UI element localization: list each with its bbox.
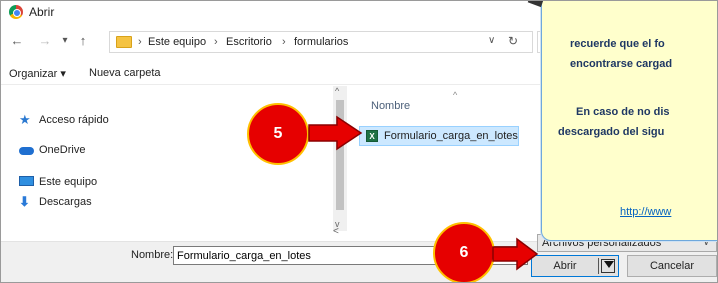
excel-icon: X xyxy=(366,130,378,142)
filename-label: Nombre: xyxy=(131,249,174,261)
up-icon[interactable]: ↑ xyxy=(75,33,91,49)
open-button[interactable]: Abrir xyxy=(531,255,619,277)
sort-arrow-icon: ^ xyxy=(453,90,458,100)
back-icon[interactable]: ← xyxy=(9,33,25,49)
sidebar-item-label: Este equipo xyxy=(39,176,98,188)
step-6-badge: 6 xyxy=(433,222,495,282)
breadcrumb-separator-icon[interactable]: › xyxy=(138,36,142,48)
open-file-dialog: Abrir ← → ▾ ↑ › Este equipo › Escritorio… xyxy=(0,0,718,283)
sidebar-item-label: OneDrive xyxy=(39,144,86,156)
new-folder-button[interactable]: Nueva carpeta xyxy=(89,67,161,79)
download-icon: ⬇ xyxy=(19,194,30,209)
download-link[interactable]: http://www xyxy=(620,206,671,218)
instruction-callout: recuerde que el fo encontrarse cargad En… xyxy=(541,1,717,241)
scroll-left-icon[interactable]: < xyxy=(333,226,339,237)
caret-down-icon xyxy=(604,261,614,268)
bottom-bar: Nombre: ∨ Archivos personalizados ∨ Abri… xyxy=(1,234,717,282)
file-item[interactable]: X Formulario_carga_en_lotes xyxy=(359,126,519,146)
address-dropdown-icon[interactable]: ∨ xyxy=(488,35,495,46)
folder-icon xyxy=(116,36,132,48)
file-name: Formulario_carga_en_lotes xyxy=(384,130,518,142)
note-line: descargado del sigu xyxy=(558,126,665,138)
note-line: encontrarse cargad xyxy=(570,58,673,70)
cloud-icon xyxy=(19,147,34,155)
step-5-arrow-icon xyxy=(308,115,363,151)
breadcrumb-item[interactable]: Este equipo xyxy=(148,36,206,48)
breadcrumb-item[interactable]: Escritorio xyxy=(226,36,272,48)
column-header-name[interactable]: Nombre xyxy=(371,100,410,112)
note-line: recuerde que el fo xyxy=(570,38,665,50)
step-5-badge: 5 xyxy=(247,103,309,165)
scroll-up-icon[interactable]: ^ xyxy=(335,86,339,96)
forward-icon[interactable]: → xyxy=(37,33,53,49)
breadcrumb-separator-icon[interactable]: › xyxy=(282,36,286,48)
sidebar-item-label: Descargas xyxy=(39,196,92,208)
sidebar-item-label: Acceso rápido xyxy=(39,114,109,126)
breadcrumb-separator-icon[interactable]: › xyxy=(214,36,218,48)
split-divider xyxy=(598,258,599,274)
address-bar[interactable]: › Este equipo › Escritorio › formularios… xyxy=(109,31,533,53)
organize-button[interactable]: Organizar ▾ xyxy=(9,67,66,80)
refresh-icon[interactable]: ↻ xyxy=(508,34,518,48)
star-icon: ★ xyxy=(19,112,31,127)
cancel-button[interactable]: Cancelar xyxy=(627,255,717,277)
recent-dropdown-icon[interactable]: ▾ xyxy=(57,33,73,49)
step-6-arrow-icon xyxy=(492,237,539,271)
chrome-icon xyxy=(9,5,23,19)
note-line: En caso de no dis xyxy=(576,106,670,118)
open-button-label: Abrir xyxy=(553,260,577,272)
navigation-scrollbar[interactable]: ^ v xyxy=(333,86,347,231)
window-title: Abrir xyxy=(29,5,55,19)
computer-icon xyxy=(19,176,34,186)
breadcrumb-item[interactable]: formularios xyxy=(294,36,348,48)
